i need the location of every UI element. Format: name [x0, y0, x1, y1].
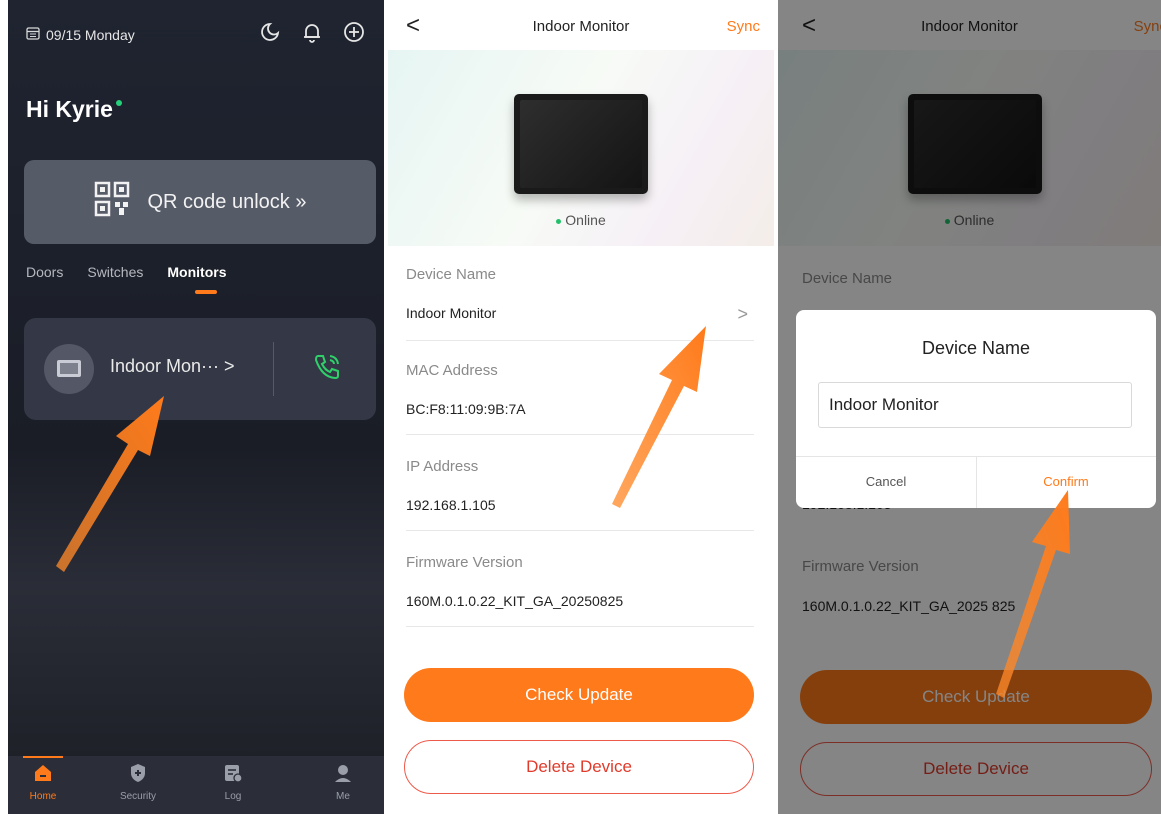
device-detail-screen: < Indoor Monitor Sync Online Device Name… [388, 0, 774, 814]
field-value: 160M.0.1.0.22_KIT_GA_20250825 [406, 593, 624, 609]
field-value: BC:F8:11:09:9B:7A [406, 401, 526, 417]
card-divider [273, 342, 274, 396]
nav-home-label: Home [29, 791, 57, 802]
nav-log[interactable]: Log [198, 762, 268, 802]
tab-monitors[interactable]: Monitors [167, 264, 227, 294]
tab-switches[interactable]: Switches [87, 264, 143, 280]
shield-icon [103, 762, 173, 787]
firmware-row: Firmware Version 160M.0.1.0.22_KIT_GA_20… [406, 554, 754, 627]
status-text: Online [565, 212, 606, 228]
field-label: Firmware Version [406, 554, 523, 571]
log-icon [198, 762, 268, 787]
field-label: MAC Address [406, 362, 498, 379]
calendar-icon [26, 26, 40, 43]
tab-doors[interactable]: Doors [26, 264, 63, 280]
field-value: Indoor Monitor [406, 305, 497, 321]
sync-button[interactable]: Sync [727, 18, 760, 35]
field-value: 192.168.1.105 [406, 497, 496, 513]
bell-icon[interactable] [300, 20, 324, 49]
online-dot [115, 100, 122, 106]
confirm-button[interactable]: Confirm [976, 474, 1156, 489]
device-tabs: Doors Switches Monitors [26, 264, 227, 294]
moon-icon[interactable] [258, 20, 282, 49]
nav-security-label: Security [119, 791, 157, 802]
page-title: Indoor Monitor [532, 18, 630, 35]
qr-code-icon [94, 181, 130, 223]
device-name-input[interactable] [818, 382, 1132, 428]
date-display: 09/15 Monday [26, 26, 135, 43]
qr-unlock-button[interactable]: QR code unlock » [24, 160, 376, 244]
dialog-title: Device Name [921, 338, 1031, 358]
home-icon [8, 762, 78, 787]
monitor-icon [44, 344, 94, 394]
check-update-button[interactable]: Check Update [404, 668, 754, 722]
bottom-nav: Home Security Log Me [8, 756, 384, 814]
cancel-button[interactable]: Cancel [796, 474, 976, 489]
device-card[interactable]: Indoor Mon··· > [24, 318, 376, 420]
delete-device-button[interactable]: Delete Device [404, 740, 754, 794]
status-online: Online [388, 212, 774, 228]
nav-security[interactable]: Security [103, 762, 173, 802]
mac-address-row: MAC Address BC:F8:11:09:9B:7A [406, 362, 754, 435]
online-dot [556, 218, 562, 224]
nav-log-label: Log [224, 791, 242, 802]
nav-me-label: Me [336, 791, 350, 802]
greeting: Hi Kyrie [26, 96, 122, 123]
plus-circle-icon[interactable] [342, 20, 366, 49]
qr-unlock-label: QR code unlock » [147, 190, 307, 213]
user-icon [308, 762, 378, 787]
device-name-row[interactable]: Device Name Indoor Monitor > [406, 266, 754, 341]
device-card-name[interactable]: Indoor Mon··· > [110, 356, 235, 377]
monitor-image [514, 94, 648, 194]
nav-home[interactable]: Home [8, 756, 78, 802]
field-label: Device Name [406, 266, 497, 283]
phone-call-icon[interactable] [310, 350, 344, 389]
rename-dialog-screen: < Indoor Monitor Sync Online Device Name… [778, 0, 1161, 814]
date-text: 09/15 Monday [46, 26, 135, 43]
rename-dialog: Device Name Cancel Confirm [796, 310, 1156, 508]
ip-address-row: IP Address 192.168.1.105 [406, 458, 754, 531]
field-label: IP Address [406, 458, 479, 475]
chevron-right-icon: > [737, 304, 748, 324]
nav-me[interactable]: Me [308, 762, 378, 802]
home-screen: 09/15 Monday Hi Kyrie QR code unlock » D… [8, 0, 384, 814]
greeting-text: Hi Kyrie [26, 96, 113, 122]
